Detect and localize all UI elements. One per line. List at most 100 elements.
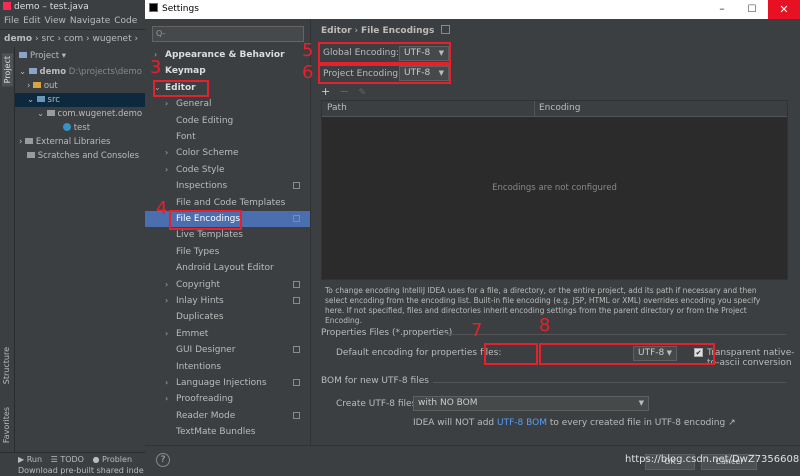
chevron-right-icon[interactable]: › <box>165 277 168 293</box>
nav-item-label: Language Injections <box>176 378 267 388</box>
chevron-right-icon[interactable]: › <box>165 375 168 391</box>
tree-row-src[interactable]: ⌄ src <box>15 93 145 107</box>
nav-item-file-and-code-templates[interactable]: File and Code Templates <box>145 195 310 211</box>
java-class-icon <box>63 123 71 131</box>
column-encoding[interactable]: Encoding <box>539 103 580 113</box>
chevron-right-icon[interactable]: › <box>165 391 168 407</box>
close-button[interactable]: ✕ <box>768 0 800 19</box>
help-button[interactable]: ? <box>156 453 170 467</box>
bom-link[interactable]: UTF-8 BOM <box>497 418 547 428</box>
project-scope-icon <box>293 346 300 354</box>
menu-code[interactable]: Code <box>114 16 137 26</box>
ide-window-title: demo – test.java <box>14 2 89 12</box>
nav-item-appearance-behavior[interactable]: › Appearance & Behavior <box>145 47 310 63</box>
nav-item-general[interactable]: › General <box>145 96 310 112</box>
nav-item-inspections[interactable]: Inspections <box>145 178 310 194</box>
tree-row-package[interactable]: ⌄ com.wugenet.demo <box>37 107 142 121</box>
nav-item-android-layout-editor[interactable]: Android Layout Editor <box>145 260 310 276</box>
tree-label: Scratches and Consoles <box>37 151 140 161</box>
tree-row-scratches[interactable]: Scratches and Consoles <box>27 149 139 163</box>
encodings-table[interactable]: Path Encoding Encodings are not configur… <box>321 100 788 280</box>
menu-navigate[interactable]: Navigate <box>70 16 110 26</box>
tree-label: External Libraries <box>35 137 111 147</box>
nav-item-inlay-hints[interactable]: › Inlay Hints <box>145 293 310 309</box>
nav-item-label: Appearance & Behavior <box>165 50 285 60</box>
maximize-button[interactable]: ☐ <box>738 0 766 19</box>
nav-item-emmet[interactable]: › Emmet <box>145 326 310 342</box>
column-path[interactable]: Path <box>327 103 347 113</box>
tree-row-demo[interactable]: ⌄ demo D:\projects\demo <box>19 65 142 79</box>
tree-label: com.wugenet.demo <box>57 109 143 119</box>
project-scope-icon <box>293 411 300 419</box>
nav-item-copyright[interactable]: › Copyright <box>145 277 310 293</box>
bom-info: IDEA will NOT add UTF-8 BOM to every cre… <box>413 418 736 428</box>
warning-icon: ● <box>92 455 103 464</box>
menu-edit[interactable]: Edit <box>23 16 40 26</box>
crumb-wugenet[interactable]: wugenet <box>93 34 132 44</box>
nav-item-file-types[interactable]: File Types <box>145 244 310 260</box>
chevron-right-icon[interactable]: › <box>165 293 168 309</box>
todo-tab[interactable]: TODO <box>60 455 84 464</box>
nav-item-color-scheme[interactable]: › Color Scheme <box>145 145 310 161</box>
annotation-box-project-encoding <box>318 64 451 84</box>
app-icon <box>3 2 11 10</box>
nav-item-proofreading[interactable]: › Proofreading <box>145 391 310 407</box>
nav-item-reader-mode[interactable]: Reader Mode <box>145 408 310 424</box>
minimize-button[interactable]: – <box>708 0 736 19</box>
nav-item-label: Reader Mode <box>176 410 236 421</box>
tree-row-test[interactable]: test <box>63 121 90 135</box>
tab-favorites[interactable]: Favorites <box>2 407 11 443</box>
edit-button[interactable]: ✎ <box>358 88 366 98</box>
chevron-right-icon[interactable]: › <box>165 326 168 342</box>
nav-item-label: Duplicates <box>176 312 224 323</box>
nav-item-label: Copyright <box>176 279 220 290</box>
settings-search-input[interactable]: Q- <box>152 26 304 42</box>
annotation-number-4: 4 <box>156 198 168 219</box>
problems-tab[interactable]: Problen <box>102 455 132 464</box>
project-label[interactable]: Project <box>30 51 59 61</box>
nav-item-font[interactable]: Font <box>145 129 310 145</box>
bom-select[interactable]: with NO BOM ▼ <box>413 396 649 411</box>
nav-item-code-style[interactable]: › Code Style <box>145 162 310 178</box>
chevron-right-icon[interactable]: › <box>165 145 168 161</box>
annotation-number-7: 7 <box>471 320 483 341</box>
annotation-number-8: 8 <box>539 315 551 336</box>
crumb-src[interactable]: src <box>41 34 54 44</box>
nav-item-gui-designer[interactable]: GUI Designer <box>145 342 310 358</box>
nav-item-label: File Types <box>176 246 220 257</box>
tree-row-libraries[interactable]: › External Libraries <box>19 135 111 149</box>
remove-button[interactable]: − <box>340 85 349 98</box>
annotation-box-editor <box>153 80 209 97</box>
crumb-demo[interactable]: demo <box>4 34 32 44</box>
tree-label: test <box>73 123 91 133</box>
chevron-right-icon[interactable]: › <box>165 162 168 178</box>
nav-item-label: File and Code Templates <box>176 197 286 208</box>
watermark: https://blog.csdn.net/DwZ735660836 <box>625 454 800 465</box>
nav-item-label: Intentions <box>176 361 222 372</box>
nav-item-label: Emmet <box>176 328 209 339</box>
nav-item-language-injections[interactable]: › Language Injections <box>145 375 310 391</box>
nav-item-code-editing[interactable]: Code Editing <box>145 113 310 129</box>
nav-item-textmate-bundles[interactable]: TextMate Bundles <box>145 424 310 440</box>
project-scope-icon <box>293 280 300 288</box>
menu-view[interactable]: View <box>45 16 66 26</box>
nav-item-keymap[interactable]: Keymap <box>145 63 310 79</box>
nav-item-label: GUI Designer <box>176 345 236 356</box>
run-tab[interactable]: Run <box>27 455 42 464</box>
tree-row-out[interactable]: › out <box>27 79 58 93</box>
native-ascii-label[interactable]: Transparent native-to-ascii conversion <box>707 348 800 368</box>
chevron-right-icon[interactable]: › <box>165 96 168 112</box>
tab-project[interactable]: Project <box>2 53 13 87</box>
crumb-com[interactable]: com <box>64 34 83 44</box>
add-button[interactable]: + <box>321 85 330 98</box>
status-text: Download pre-built shared inde <box>18 466 144 475</box>
tab-structure[interactable]: Structure <box>2 347 11 384</box>
nav-item-intentions[interactable]: Intentions <box>145 359 310 375</box>
properties-section-title: Properties Files (*.properties) <box>321 328 453 338</box>
nav-item-duplicates[interactable]: Duplicates <box>145 309 310 325</box>
bom-info-prefix: IDEA will NOT add <box>413 418 497 428</box>
nav-item-label: Color Scheme <box>176 148 239 159</box>
list-icon: ☰ <box>50 455 61 464</box>
create-utf8-label: Create UTF-8 files: <box>336 399 420 409</box>
menu-file[interactable]: File <box>4 16 19 26</box>
